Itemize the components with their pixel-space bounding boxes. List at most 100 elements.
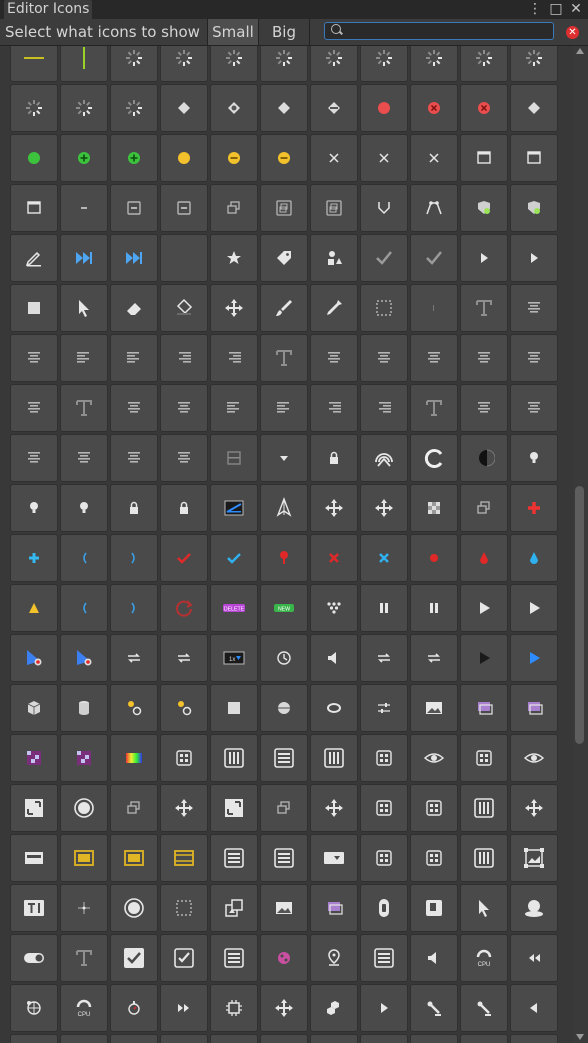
- paren-left-icon[interactable]: [60, 584, 108, 632]
- search-field[interactable]: [324, 22, 554, 41]
- red-dot-small[interactable]: [410, 534, 458, 582]
- tab-small[interactable]: Small: [207, 19, 258, 45]
- green-dot[interactable]: [10, 134, 58, 182]
- blue-x-icon[interactable]: [360, 534, 408, 582]
- play-icon[interactable]: [460, 584, 508, 632]
- cube-icon[interactable]: [10, 684, 58, 732]
- spheres-icon[interactable]: [160, 684, 208, 732]
- play-left-icon[interactable]: [510, 984, 558, 1032]
- spinner[interactable]: [310, 46, 358, 82]
- yellow-minus-circle[interactable]: [210, 134, 258, 182]
- light-icon[interactable]: [60, 484, 108, 532]
- avatar-icon[interactable]: [510, 184, 558, 232]
- graph-icon[interactable]: [410, 184, 458, 232]
- pin-icon[interactable]: [310, 934, 358, 982]
- icon-cell-empty[interactable]: [360, 1034, 408, 1043]
- icon-cell-empty[interactable]: [160, 1034, 208, 1043]
- play-dark-icon[interactable]: [460, 634, 508, 682]
- minimize-box-icon[interactable]: [160, 184, 208, 232]
- spinner[interactable]: [510, 46, 558, 82]
- speed-icon[interactable]: 1x: [210, 634, 258, 682]
- check-icon[interactable]: [360, 234, 408, 282]
- lock-icon[interactable]: [310, 434, 358, 482]
- eyedropper-icon[interactable]: [310, 284, 358, 332]
- film-icon[interactable]: [160, 834, 208, 882]
- radar-icon[interactable]: [360, 434, 408, 482]
- paren-right-icon[interactable]: [110, 534, 158, 582]
- icon-cell-empty[interactable]: [410, 1034, 458, 1043]
- checkbox-icon[interactable]: [110, 934, 158, 982]
- move-icon[interactable]: [160, 784, 208, 832]
- layers-icon[interactable]: [310, 884, 358, 932]
- skip-forward-icon[interactable]: [110, 234, 158, 282]
- rows-icon[interactable]: [210, 934, 258, 982]
- text-icon[interactable]: [60, 384, 108, 432]
- spinner[interactable]: [110, 84, 158, 132]
- move-icon[interactable]: [210, 284, 258, 332]
- grid-icon[interactable]: [460, 734, 508, 782]
- cursor-icon[interactable]: [60, 284, 108, 332]
- x-mark[interactable]: [310, 134, 358, 182]
- circle-icon[interactable]: [60, 784, 108, 832]
- spinner[interactable]: [460, 46, 508, 82]
- align-right-icon[interactable]: [160, 334, 208, 382]
- green-plus-circle[interactable]: [110, 134, 158, 182]
- align-center-icon[interactable]: [10, 334, 58, 382]
- pause-icon[interactable]: [410, 584, 458, 632]
- paren-right-icon[interactable]: [110, 584, 158, 632]
- light-icon[interactable]: [510, 434, 558, 482]
- spinner[interactable]: [210, 46, 258, 82]
- align-left-icon[interactable]: [60, 334, 108, 382]
- fast-forward-icon[interactable]: [160, 984, 208, 1032]
- rewind-icon[interactable]: [510, 934, 558, 982]
- checker-pink-icon[interactable]: [60, 734, 108, 782]
- dome-icon[interactable]: [510, 884, 558, 932]
- align-center-icon[interactable]: [460, 334, 508, 382]
- blue-chart-icon[interactable]: [210, 484, 258, 532]
- align-right-icon[interactable]: [360, 384, 408, 432]
- spheres-icon[interactable]: [110, 684, 158, 732]
- align-center-icon[interactable]: [310, 334, 358, 382]
- yellow-box-icon[interactable]: [110, 834, 158, 882]
- sliders-icon[interactable]: [360, 684, 408, 732]
- yellow-dot[interactable]: [160, 134, 208, 182]
- window-icon[interactable]: [10, 184, 58, 232]
- shapes-icon[interactable]: [310, 234, 358, 282]
- columns-icon[interactable]: [310, 734, 358, 782]
- grid-icon[interactable]: [360, 834, 408, 882]
- toggle-icon[interactable]: [10, 934, 58, 982]
- icon-cell-empty[interactable]: [160, 234, 208, 282]
- brush-icon[interactable]: [260, 284, 308, 332]
- half-circle-icon[interactable]: [460, 434, 508, 482]
- new-badge-icon[interactable]: NEW: [260, 584, 308, 632]
- spinner[interactable]: [260, 46, 308, 82]
- align-center-icon[interactable]: [10, 384, 58, 432]
- play-blue-icon[interactable]: [510, 634, 558, 682]
- red-check-icon[interactable]: [160, 534, 208, 582]
- rows-icon[interactable]: [260, 834, 308, 882]
- grid-icon[interactable]: [360, 784, 408, 832]
- refresh-icon[interactable]: [410, 434, 458, 482]
- move-icon[interactable]: [360, 484, 408, 532]
- eye-icon[interactable]: [510, 734, 558, 782]
- yellow-triangle-icon[interactable]: [10, 584, 58, 632]
- rows-icon[interactable]: [210, 834, 258, 882]
- cross-icon[interactable]: [60, 884, 108, 932]
- text-icon[interactable]: [410, 384, 458, 432]
- green-plus-circle[interactable]: [60, 134, 108, 182]
- bone-icon[interactable]: [460, 984, 508, 1032]
- spinner[interactable]: [10, 84, 58, 132]
- icon-cell-empty[interactable]: [310, 1034, 358, 1043]
- cylinder-icon[interactable]: [60, 684, 108, 732]
- text-icon[interactable]: [460, 284, 508, 332]
- icon-cell-empty[interactable]: [260, 1034, 308, 1043]
- spinner[interactable]: [410, 46, 458, 82]
- restore-icon[interactable]: [460, 484, 508, 532]
- restore-box-icon[interactable]: [260, 184, 308, 232]
- move-icon[interactable]: [510, 784, 558, 832]
- rows-icon[interactable]: [260, 734, 308, 782]
- spinner[interactable]: [360, 46, 408, 82]
- align-center-icon[interactable]: [110, 434, 158, 482]
- scroll-up-icon[interactable]: [576, 48, 584, 54]
- grid-icon[interactable]: [360, 734, 408, 782]
